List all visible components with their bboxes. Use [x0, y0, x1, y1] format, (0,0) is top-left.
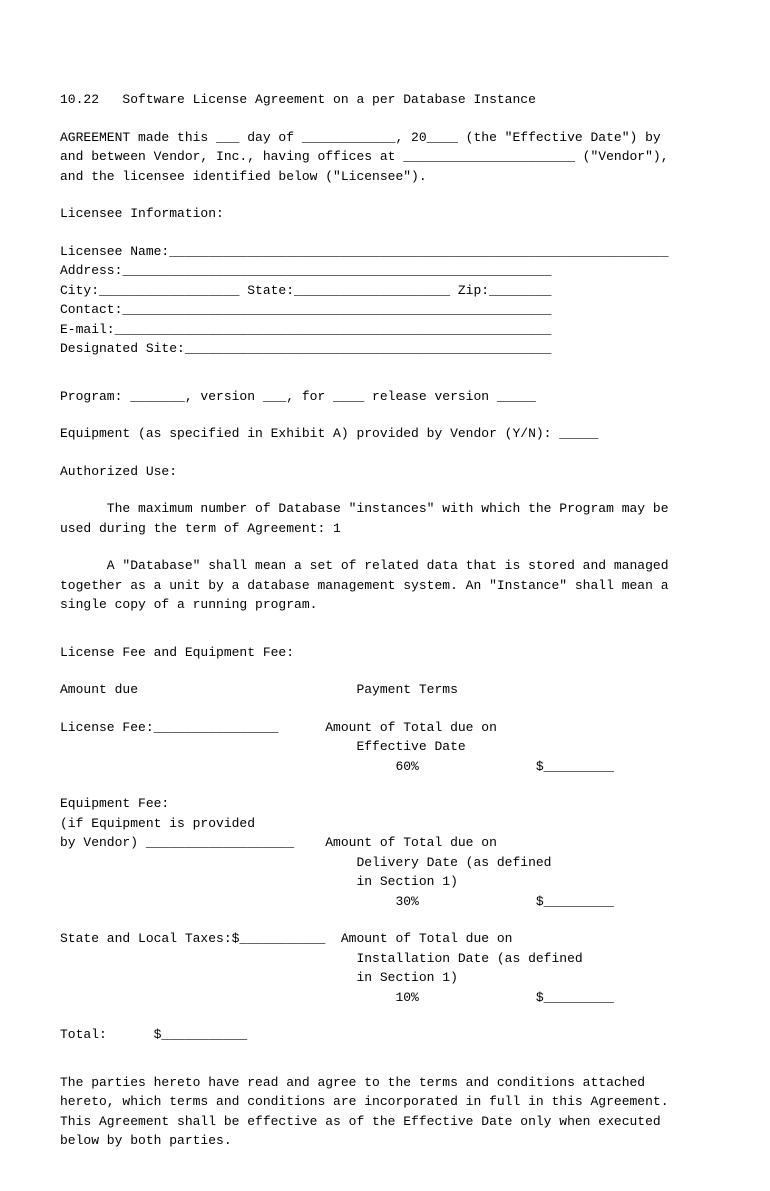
- program-line: Program: _______, version ___, for ____ …: [60, 387, 710, 407]
- email-field: E-mail:_________________________________…: [60, 320, 710, 340]
- licensee-info-header: Licensee Information:: [60, 204, 710, 224]
- amount-due-header: Amount due Payment Terms: [60, 680, 710, 700]
- document-page: 10.22 Software License Agreement on a pe…: [0, 0, 770, 1191]
- taxes-block: State and Local Taxes:$___________ Amoun…: [60, 929, 710, 1007]
- licensee-info-block: Licensee Name:__________________________…: [60, 242, 710, 359]
- fee-header: License Fee and Equipment Fee:: [60, 643, 710, 663]
- agreement-intro: AGREEMENT made this ___ day of _________…: [60, 128, 710, 187]
- licensee-name-field: Licensee Name:__________________________…: [60, 242, 710, 262]
- authorized-use-header: Authorized Use:: [60, 462, 710, 482]
- equipment-fee-block: Equipment Fee: (if Equipment is provided…: [60, 794, 710, 911]
- designated-site-field: Designated Site:________________________…: [60, 339, 710, 359]
- contact-field: Contact:________________________________…: [60, 300, 710, 320]
- total-line: Total: $___________: [60, 1025, 710, 1045]
- document-title: 10.22 Software License Agreement on a pe…: [60, 90, 710, 110]
- license-fee-block: License Fee:________________ Amount of T…: [60, 718, 710, 777]
- authorized-use-para-1: The maximum number of Database "instance…: [60, 499, 710, 538]
- closing-paragraph: The parties hereto have read and agree t…: [60, 1073, 710, 1151]
- equipment-line: Equipment (as specified in Exhibit A) pr…: [60, 424, 710, 444]
- city-state-zip-field: City:__________________ State:__________…: [60, 281, 710, 301]
- authorized-use-para-2: A "Database" shall mean a set of related…: [60, 556, 710, 615]
- address-field: Address:________________________________…: [60, 261, 710, 281]
